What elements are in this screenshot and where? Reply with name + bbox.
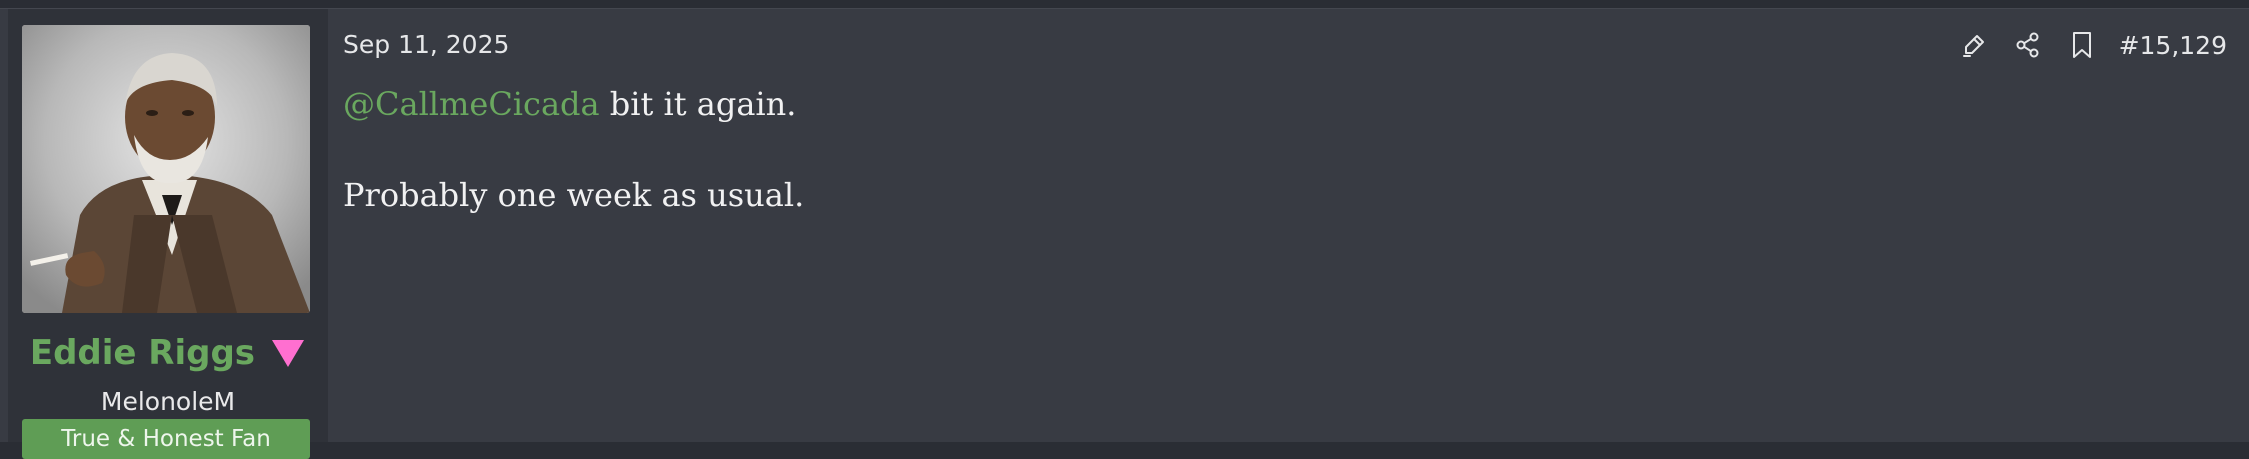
post-line-2: Probably one week as usual. xyxy=(343,176,805,214)
post-body: @CallmeCicada bit it again. Probably one… xyxy=(343,81,804,218)
user-title: MelonoleM xyxy=(100,387,236,416)
share-button[interactable] xyxy=(2001,25,2055,65)
post-main: Sep 11, 2025 #15,129 @CallmeCicada bit i… xyxy=(343,9,2249,442)
user-banner: True & Honest Fan xyxy=(22,419,310,459)
bookmark-icon xyxy=(2072,32,2091,58)
user-mention-link[interactable]: @CallmeCicada xyxy=(343,85,600,123)
highlight-button[interactable] xyxy=(1947,25,2001,65)
post: Eddie Riggs MelonoleM True & Honest Fan … xyxy=(0,8,2249,459)
avatar[interactable] xyxy=(22,25,310,313)
post-line-1-text: bit it again. xyxy=(599,85,797,123)
post-actions: #15,129 xyxy=(1947,25,2227,65)
post-date[interactable]: Sep 11, 2025 xyxy=(343,30,509,59)
pink-down-triangle-icon xyxy=(272,340,305,367)
user-panel: Eddie Riggs MelonoleM True & Honest Fan xyxy=(8,9,328,459)
share-icon xyxy=(2016,32,2039,58)
post-number-link[interactable]: #15,129 xyxy=(2119,31,2227,60)
highlight-icon xyxy=(1962,35,1984,57)
post-line-1: @CallmeCicada bit it again. xyxy=(343,81,804,127)
username[interactable]: Eddie Riggs xyxy=(30,333,255,373)
bookmark-button[interactable] xyxy=(2055,25,2109,65)
username-row: Eddie Riggs xyxy=(8,333,328,373)
